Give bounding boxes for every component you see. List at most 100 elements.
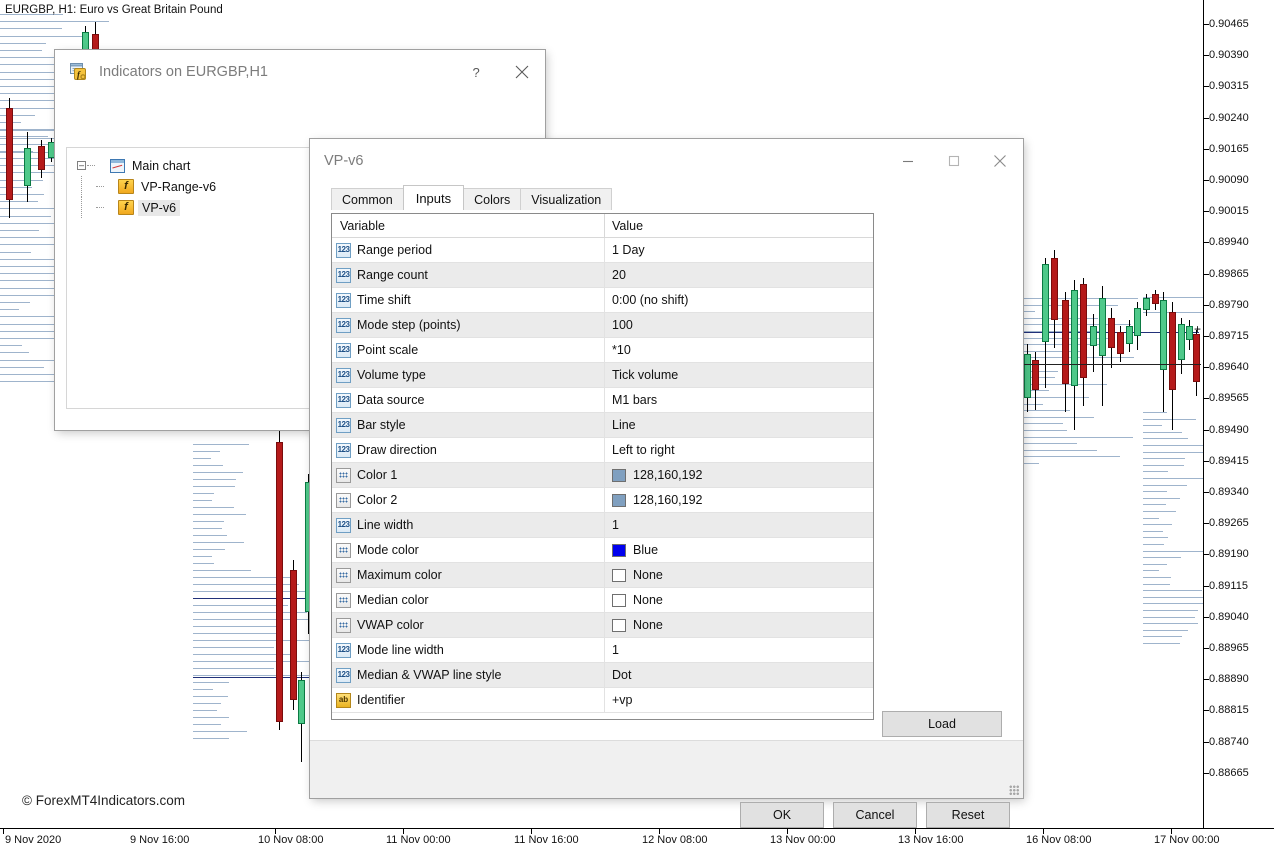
grid-cell-value[interactable]: 1 Day: [605, 238, 873, 262]
grid-cell-value[interactable]: 128,160,192: [605, 463, 873, 487]
tab-common[interactable]: Common: [331, 188, 404, 210]
candle-body: [48, 142, 55, 158]
volume-profile-bar: [193, 689, 213, 690]
close-icon[interactable]: [499, 50, 545, 94]
indicators-titlebar[interactable]: f Indicators on EURGBP,H1 ?: [55, 50, 545, 94]
volume-profile-bar: [1143, 603, 1203, 604]
grid-row[interactable]: 123Point scale*10: [332, 338, 873, 363]
time-axis-label: 17 Nov 00:00: [1154, 834, 1219, 846]
volume-profile-bar: [193, 458, 211, 459]
vp-tab-strip[interactable]: CommonInputsColorsVisualization: [331, 185, 611, 210]
color-swatch[interactable]: [612, 569, 626, 582]
price-axis-label: 0.89265: [1209, 517, 1249, 529]
price-axis-label: 0.90315: [1209, 80, 1249, 92]
grid-cell-value[interactable]: 1: [605, 638, 873, 662]
candle-body: [24, 148, 31, 186]
grid-row[interactable]: VWAP colorNone: [332, 613, 873, 638]
price-axis-label: 0.90165: [1209, 143, 1249, 155]
price-axis-tick: 0.89190: [1204, 548, 1274, 560]
grid-row[interactable]: 123Draw directionLeft to right: [332, 438, 873, 463]
grid-cell-variable: Mode color: [332, 538, 605, 562]
value-label: 1: [612, 518, 619, 532]
volume-profile-bar: [193, 514, 246, 515]
grid-cell-value[interactable]: 0:00 (no shift): [605, 288, 873, 312]
grid-row[interactable]: 123Range count20: [332, 263, 873, 288]
volume-profile-bar: [0, 252, 31, 253]
grid-cell-value[interactable]: None: [605, 588, 873, 612]
grid-cell-variable: Color 2: [332, 488, 605, 512]
resize-grip[interactable]: [1009, 785, 1019, 795]
volume-profile-bar: [193, 738, 229, 739]
color-swatch[interactable]: [612, 544, 626, 557]
tab-colors[interactable]: Colors: [463, 188, 521, 210]
tree-icon-slot: f: [104, 200, 134, 215]
candlestick: [1099, 286, 1106, 406]
grid-cell-value[interactable]: M1 bars: [605, 388, 873, 412]
volume-profile-bar: [1143, 564, 1167, 565]
grid-row[interactable]: 123Data sourceM1 bars: [332, 388, 873, 413]
grid-cell-value[interactable]: *10: [605, 338, 873, 362]
grid-row[interactable]: Mode colorBlue: [332, 538, 873, 563]
grid-row[interactable]: 123Time shift0:00 (no shift): [332, 288, 873, 313]
tree-expander[interactable]: –: [77, 161, 86, 170]
grid-row[interactable]: 123 Bar style Line: [332, 413, 873, 438]
cancel-button[interactable]: Cancel: [833, 802, 917, 828]
tab-visualization[interactable]: Visualization: [520, 188, 612, 210]
price-axis[interactable]: 0.904650.903900.903150.902400.901650.900…: [1203, 0, 1274, 828]
price-axis-tick: 0.89490: [1204, 424, 1274, 436]
price-axis-label: 0.89865: [1209, 268, 1249, 280]
color-swatch[interactable]: [612, 469, 626, 482]
vp-v6-window[interactable]: VP-v6 CommonInputsColorsVisualization Va…: [310, 139, 1023, 798]
grid-row[interactable]: abIdentifier+vp: [332, 688, 873, 713]
indicators-window-title: Indicators on EURGBP,H1: [99, 64, 268, 80]
grid-row[interactable]: Median colorNone: [332, 588, 873, 613]
grid-cell-value[interactable]: 100: [605, 313, 873, 337]
grid-row[interactable]: 123Mode step (points)100: [332, 313, 873, 338]
price-axis-label: 0.89190: [1209, 548, 1249, 560]
maximize-icon[interactable]: [931, 139, 977, 183]
grid-cell-value[interactable]: 128,160,192: [605, 488, 873, 512]
grid-row[interactable]: 123Volume typeTick volume: [332, 363, 873, 388]
grid-row[interactable]: 123Median & VWAP line styleDot: [332, 663, 873, 688]
grid-cell-value[interactable]: 1: [605, 513, 873, 537]
volume-profile-bar: [193, 493, 214, 494]
candlestick: [1032, 352, 1039, 410]
variable-label: Data source: [357, 393, 424, 407]
candle-body: [1193, 334, 1200, 382]
inputs-grid[interactable]: VariableValue123Range period1 Day123Rang…: [331, 213, 874, 720]
grid-row[interactable]: Color 2128,160,192: [332, 488, 873, 513]
grid-row[interactable]: 123Range period1 Day: [332, 238, 873, 263]
grid-cell-value[interactable]: Left to right: [605, 438, 873, 462]
close-icon[interactable]: [977, 139, 1023, 183]
color-swatch[interactable]: [612, 619, 626, 632]
grid-row[interactable]: Maximum colorNone: [332, 563, 873, 588]
grid-cell-value[interactable]: Line: [605, 413, 873, 437]
grid-row[interactable]: 123Line width1: [332, 513, 873, 538]
tab-inputs[interactable]: Inputs: [403, 185, 464, 210]
minimize-icon[interactable]: [885, 139, 931, 183]
grid-cell-value[interactable]: Blue: [605, 538, 873, 562]
grid-cell-value[interactable]: 20: [605, 263, 873, 287]
color-swatch[interactable]: [612, 494, 626, 507]
palette-icon: [336, 593, 351, 608]
volume-profile-bar: [193, 549, 225, 550]
candle-body: [1160, 300, 1167, 370]
ok-button[interactable]: OK: [740, 802, 824, 828]
vp-titlebar[interactable]: VP-v6: [310, 139, 1023, 183]
grid-cell-value[interactable]: Tick volume: [605, 363, 873, 387]
grid-row[interactable]: 123Mode line width1: [332, 638, 873, 663]
reset-button[interactable]: Reset: [926, 802, 1010, 828]
help-button[interactable]: ?: [453, 50, 499, 94]
grid-cell-value[interactable]: Dot: [605, 663, 873, 687]
number-icon: 123: [336, 418, 351, 433]
grid-row[interactable]: Color 1128,160,192: [332, 463, 873, 488]
variable-label: Bar style: [357, 418, 406, 432]
time-axis[interactable]: 9 Nov 20209 Nov 16:0010 Nov 08:0011 Nov …: [0, 828, 1274, 854]
grid-cell-value[interactable]: None: [605, 613, 873, 637]
vp-window-title: VP-v6: [324, 153, 364, 169]
grid-cell-value[interactable]: None: [605, 563, 873, 587]
grid-cell-variable: Color 1: [332, 463, 605, 487]
grid-cell-value[interactable]: +vp: [605, 688, 873, 712]
color-swatch[interactable]: [612, 594, 626, 607]
load-button[interactable]: Load: [882, 711, 1002, 737]
